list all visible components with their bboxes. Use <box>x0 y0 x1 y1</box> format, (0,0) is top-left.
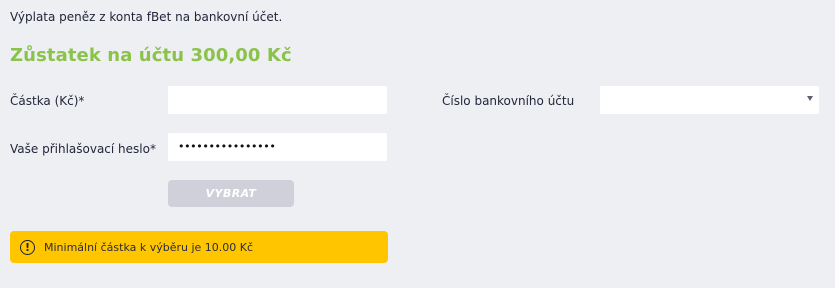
amount-input[interactable] <box>168 86 387 114</box>
withdraw-button[interactable]: VYBRAT <box>168 180 294 207</box>
password-label: Vaše přihlašovací heslo* <box>10 142 156 156</box>
password-input[interactable]: •••••••••••••••• <box>168 133 387 161</box>
bank-account-select[interactable] <box>600 86 819 114</box>
minimum-amount-alert: ! Minimální částka k výběru je 10.00 Kč <box>10 231 388 263</box>
password-mask: •••••••••••••••• <box>178 140 276 153</box>
amount-label: Částka (Kč)* <box>10 94 85 108</box>
intro-text: Výplata peněz z konta fBet na bankovní ú… <box>10 10 283 24</box>
bank-account-label: Číslo bankovního účtu <box>442 94 575 108</box>
alert-text: Minimální částka k výběru je 10.00 Kč <box>44 240 254 254</box>
account-balance: Zůstatek na účtu 300,00 Kč <box>10 45 292 66</box>
chevron-down-icon <box>807 96 813 101</box>
withdrawal-page: Výplata peněz z konta fBet na bankovní ú… <box>0 0 835 288</box>
exclamation-circle-icon: ! <box>20 239 35 255</box>
